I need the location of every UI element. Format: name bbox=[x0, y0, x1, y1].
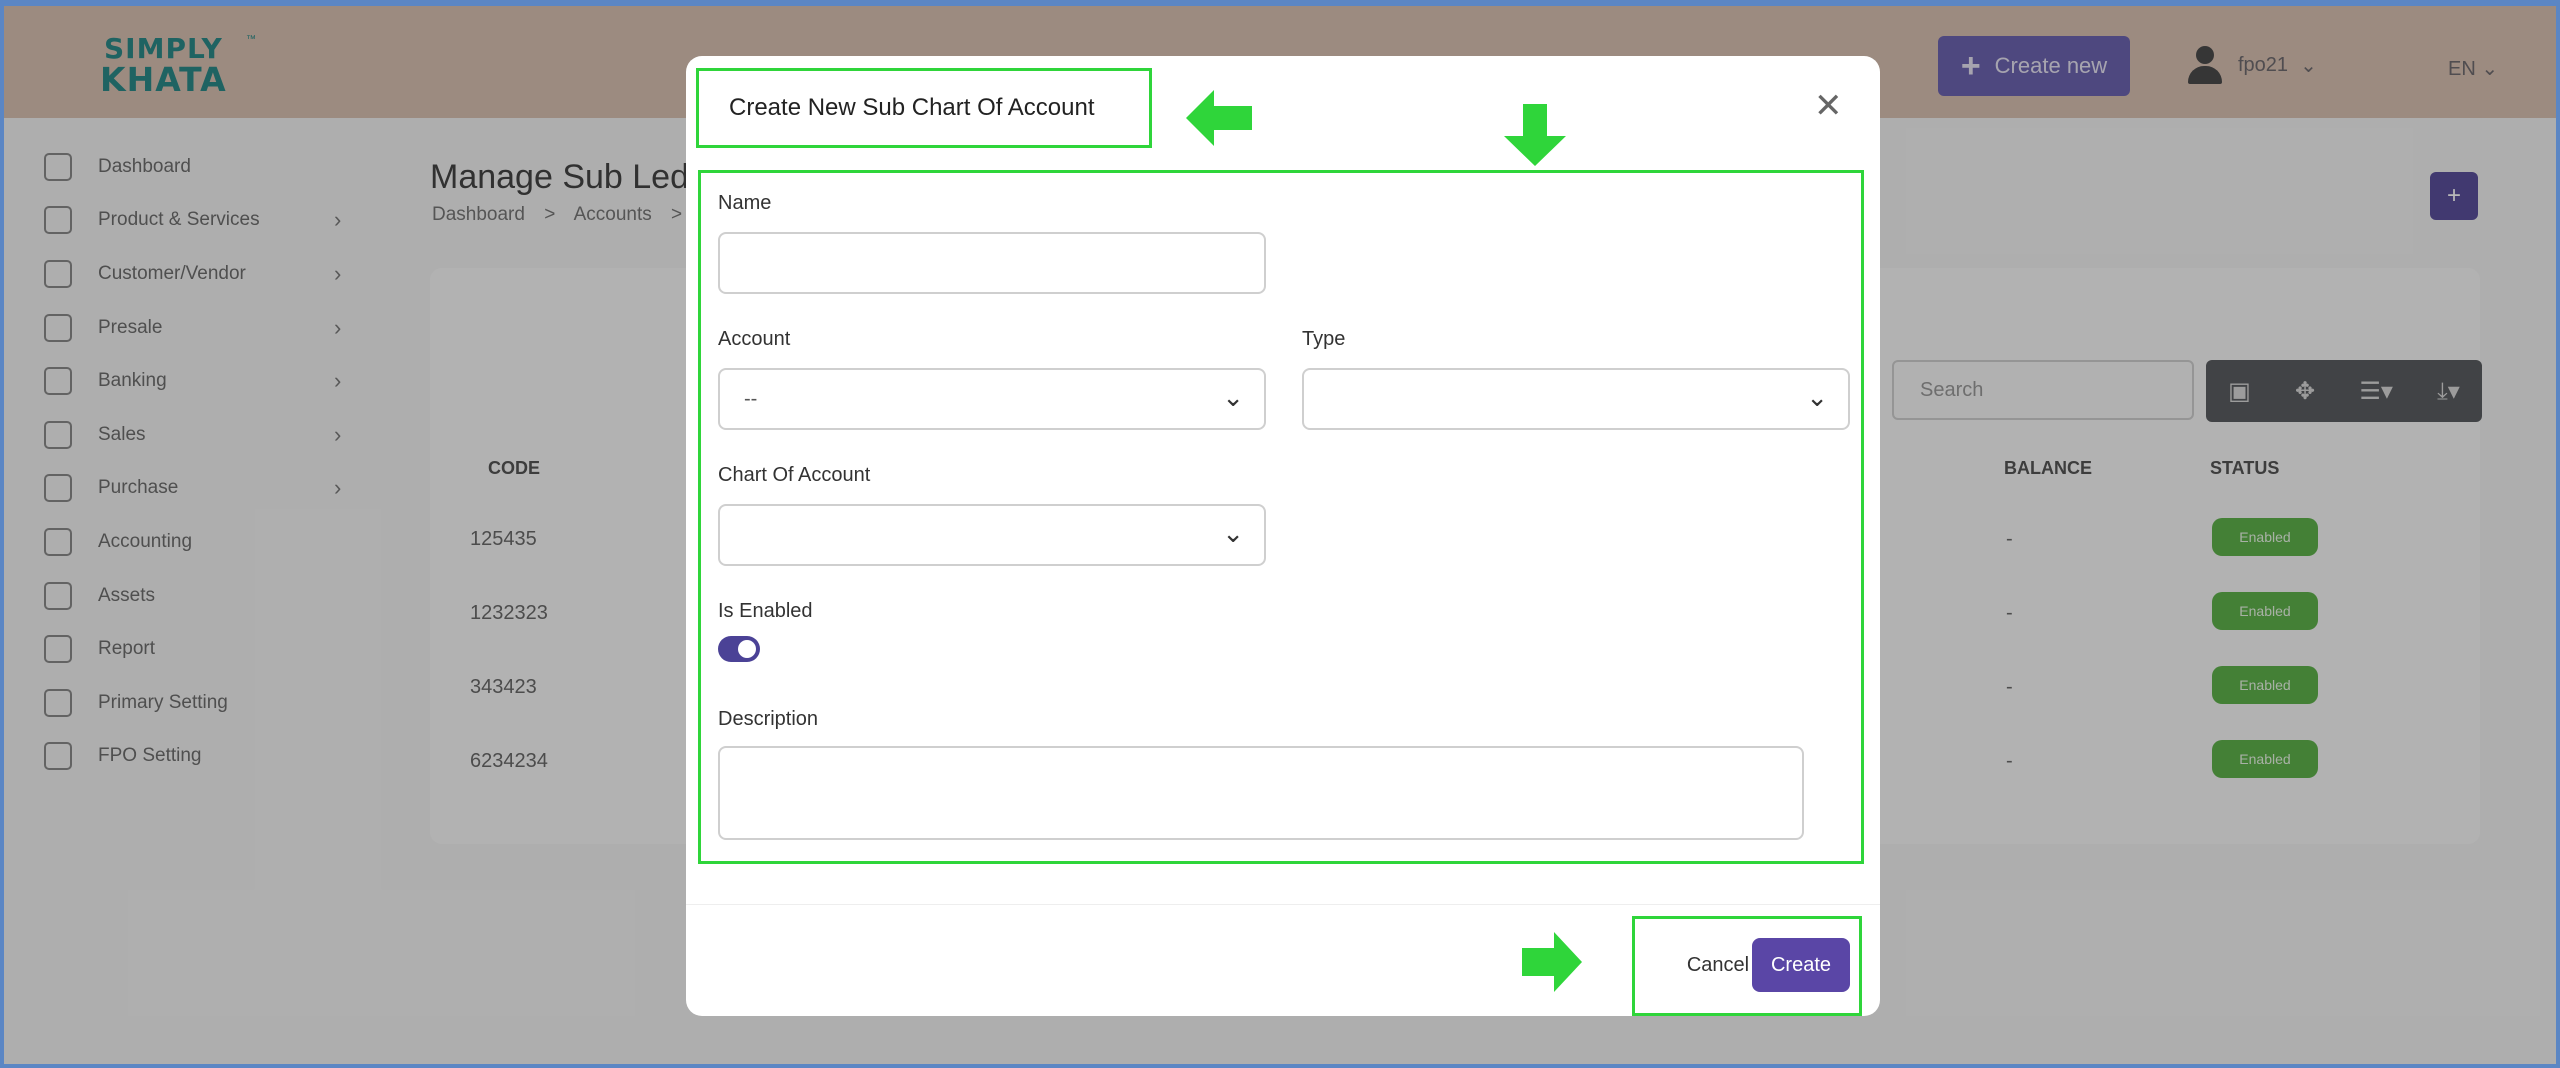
arrow-down-icon bbox=[1504, 104, 1566, 166]
description-label: Description bbox=[718, 708, 819, 730]
create-button[interactable]: Create bbox=[1752, 938, 1850, 992]
name-label: Name bbox=[718, 192, 772, 214]
app-screen: SIMPLY KHATA ™ + Create new fpo21 ⌄ EN ⌄… bbox=[4, 6, 2556, 1064]
arrow-right-icon bbox=[1522, 932, 1582, 992]
type-label: Type bbox=[1302, 328, 1346, 350]
name-field[interactable] bbox=[718, 232, 1266, 294]
chart-of-account-label: Chart Of Account bbox=[718, 464, 871, 486]
chart-of-account-select[interactable]: ⌄ bbox=[718, 504, 1266, 566]
type-select[interactable]: ⌄ bbox=[1302, 368, 1850, 430]
chevron-down-icon: ⌄ bbox=[1806, 382, 1828, 412]
account-select[interactable]: -- ⌄ bbox=[718, 368, 1266, 430]
is-enabled-toggle[interactable] bbox=[718, 636, 760, 662]
is-enabled-label: Is Enabled bbox=[718, 600, 813, 622]
modal-divider bbox=[686, 904, 1880, 905]
toggle-knob bbox=[738, 640, 756, 658]
chevron-down-icon: ⌄ bbox=[1222, 518, 1244, 548]
description-textarea[interactable] bbox=[718, 746, 1804, 840]
create-sub-chart-modal: Create New Sub Chart Of Account ✕ Name A… bbox=[686, 56, 1880, 1016]
account-label: Account bbox=[718, 328, 791, 350]
account-selected-value: -- bbox=[744, 388, 758, 410]
modal-title: Create New Sub Chart Of Account bbox=[696, 68, 1152, 148]
chevron-down-icon: ⌄ bbox=[1222, 382, 1244, 412]
arrow-left-icon bbox=[1186, 90, 1252, 146]
close-icon[interactable]: ✕ bbox=[1814, 86, 1843, 126]
